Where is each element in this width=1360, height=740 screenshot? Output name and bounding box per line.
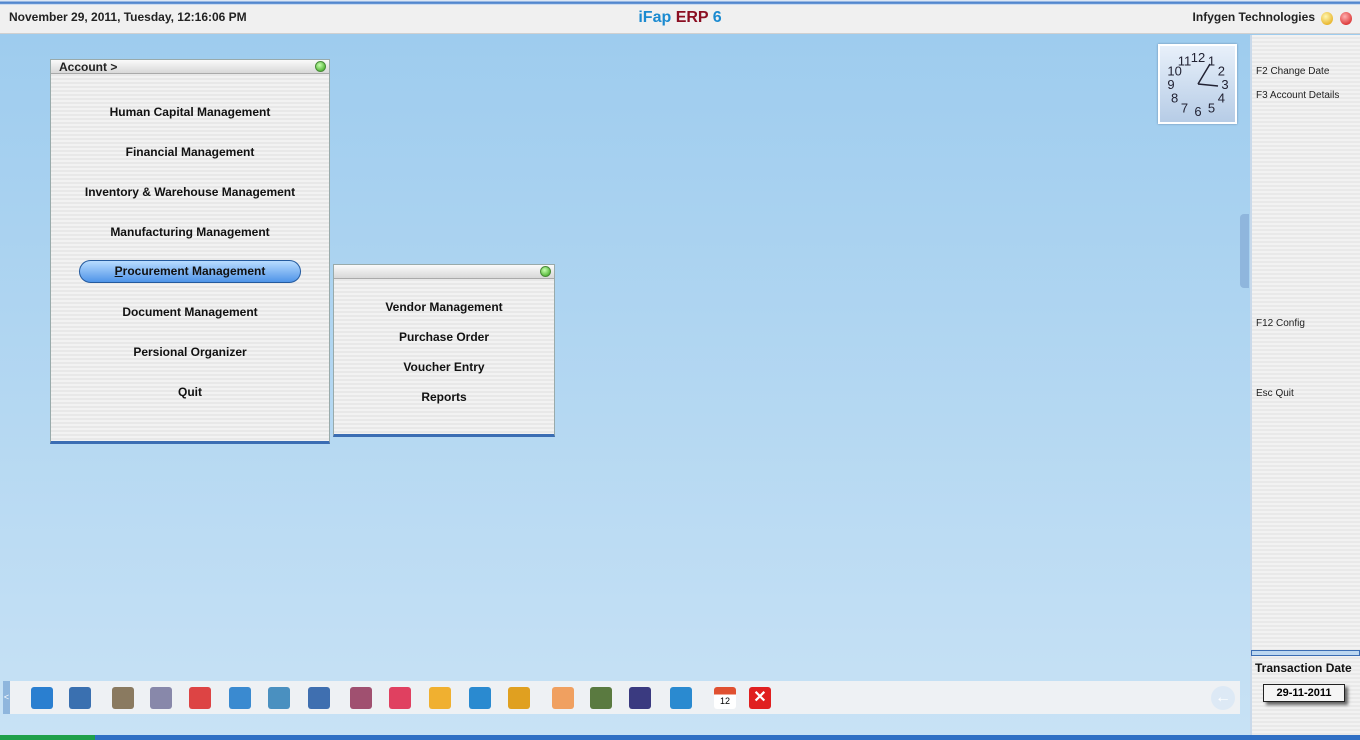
window-icon[interactable] bbox=[308, 687, 330, 709]
toolbar: < 12 ✕ bbox=[3, 681, 1240, 714]
menu-item-quit[interactable]: Quit bbox=[51, 385, 329, 399]
clock-widget: 12 1 2 3 4 5 6 7 8 9 10 11 bbox=[1158, 44, 1237, 124]
refresh-icon[interactable] bbox=[268, 687, 290, 709]
submenu-voucher[interactable]: Voucher Entry bbox=[334, 360, 554, 374]
users-icon[interactable] bbox=[112, 687, 134, 709]
app-version: 6 bbox=[712, 9, 722, 26]
minimize-button[interactable] bbox=[1321, 12, 1333, 25]
network-icon[interactable] bbox=[150, 687, 172, 709]
clock-numeral: 9 bbox=[1167, 77, 1174, 92]
shortcut-change-date[interactable]: F2 Change Date bbox=[1256, 66, 1329, 77]
shortcut-account-details[interactable]: F3 Account Details bbox=[1256, 90, 1339, 101]
user-icon[interactable] bbox=[69, 687, 91, 709]
close-button[interactable] bbox=[1340, 12, 1352, 25]
toolbar-scroll-left[interactable]: < bbox=[3, 681, 10, 714]
submenu-purchase-order[interactable]: Purchase Order bbox=[334, 330, 554, 344]
start-button[interactable] bbox=[0, 735, 95, 740]
share-icon[interactable] bbox=[469, 687, 491, 709]
shortcut-sidebar: F2 Change Date F3 Account Details F12 Co… bbox=[1250, 35, 1360, 735]
clock-face-icon: 12 1234567891011 bbox=[1167, 50, 1228, 119]
menu-item-organizer[interactable]: Persional Organizer bbox=[51, 345, 329, 359]
sidebar-toggle[interactable] bbox=[1240, 214, 1249, 288]
app-name: iFap bbox=[638, 9, 672, 26]
main-menu-panel: Account > Human Capital Management Finan… bbox=[50, 59, 330, 444]
shortcut-quit[interactable]: Esc Quit bbox=[1256, 388, 1294, 399]
folder-tree-icon[interactable] bbox=[429, 687, 451, 709]
header-bar: November 29, 2011, Tuesday, 12:16:06 PM … bbox=[0, 5, 1360, 34]
menu-item-manufacturing[interactable]: Manufacturing Management bbox=[51, 225, 329, 239]
sub-menu-title bbox=[334, 265, 554, 279]
menu-item-procurement[interactable]: Procurement Management bbox=[51, 260, 329, 283]
app-erp: ERP bbox=[675, 9, 709, 26]
cabinet-icon[interactable] bbox=[189, 687, 211, 709]
app-title: iFap ERP 6 bbox=[0, 9, 1360, 27]
clock-numeral: 7 bbox=[1181, 100, 1188, 115]
clock-numeral: 6 bbox=[1194, 104, 1201, 119]
clock-numeral: 4 bbox=[1218, 91, 1225, 106]
clock-numeral: 5 bbox=[1208, 100, 1215, 115]
menu-item-human-capital[interactable]: Human Capital Management bbox=[51, 105, 329, 119]
menu-item-document[interactable]: Document Management bbox=[51, 305, 329, 319]
save-icon[interactable] bbox=[629, 687, 651, 709]
clock-numeral: 8 bbox=[1171, 91, 1178, 106]
sub-menu-panel: Vendor Management Purchase Order Voucher… bbox=[333, 264, 555, 437]
divider bbox=[1251, 650, 1360, 656]
menu-item-inventory[interactable]: Inventory & Warehouse Management bbox=[51, 185, 329, 199]
main-menu-title: Account > bbox=[51, 60, 329, 74]
transaction-date-value[interactable]: 29-11-2011 bbox=[1263, 684, 1345, 702]
document-icon[interactable] bbox=[350, 687, 372, 709]
close-icon[interactable]: ✕ bbox=[749, 687, 771, 709]
status-dot-icon[interactable] bbox=[315, 61, 326, 72]
back-arrow-icon[interactable]: ← bbox=[1211, 686, 1235, 710]
company-name: Infygen Technologies bbox=[1192, 10, 1315, 24]
cart-icon[interactable] bbox=[229, 687, 251, 709]
chart-icon[interactable] bbox=[389, 687, 411, 709]
spreadsheet-icon[interactable] bbox=[590, 687, 612, 709]
calendar-icon[interactable]: 12 bbox=[714, 687, 736, 709]
breadcrumb: Account > bbox=[59, 60, 118, 74]
status-dot-icon[interactable] bbox=[540, 266, 551, 277]
compass-icon[interactable] bbox=[552, 687, 574, 709]
clock-numeral: 12 bbox=[1191, 50, 1205, 65]
package-icon[interactable] bbox=[508, 687, 530, 709]
clock-numeral: 11 bbox=[1178, 54, 1192, 69]
submenu-reports[interactable]: Reports bbox=[334, 390, 554, 404]
settings-icon[interactable] bbox=[670, 687, 692, 709]
menu-item-financial[interactable]: Financial Management bbox=[51, 145, 329, 159]
transaction-date-label: Transaction Date bbox=[1255, 661, 1352, 675]
taskbar bbox=[0, 735, 1360, 740]
home-icon[interactable] bbox=[31, 687, 53, 709]
shortcut-config[interactable]: F12 Config bbox=[1256, 318, 1305, 329]
submenu-vendor[interactable]: Vendor Management bbox=[334, 300, 554, 314]
